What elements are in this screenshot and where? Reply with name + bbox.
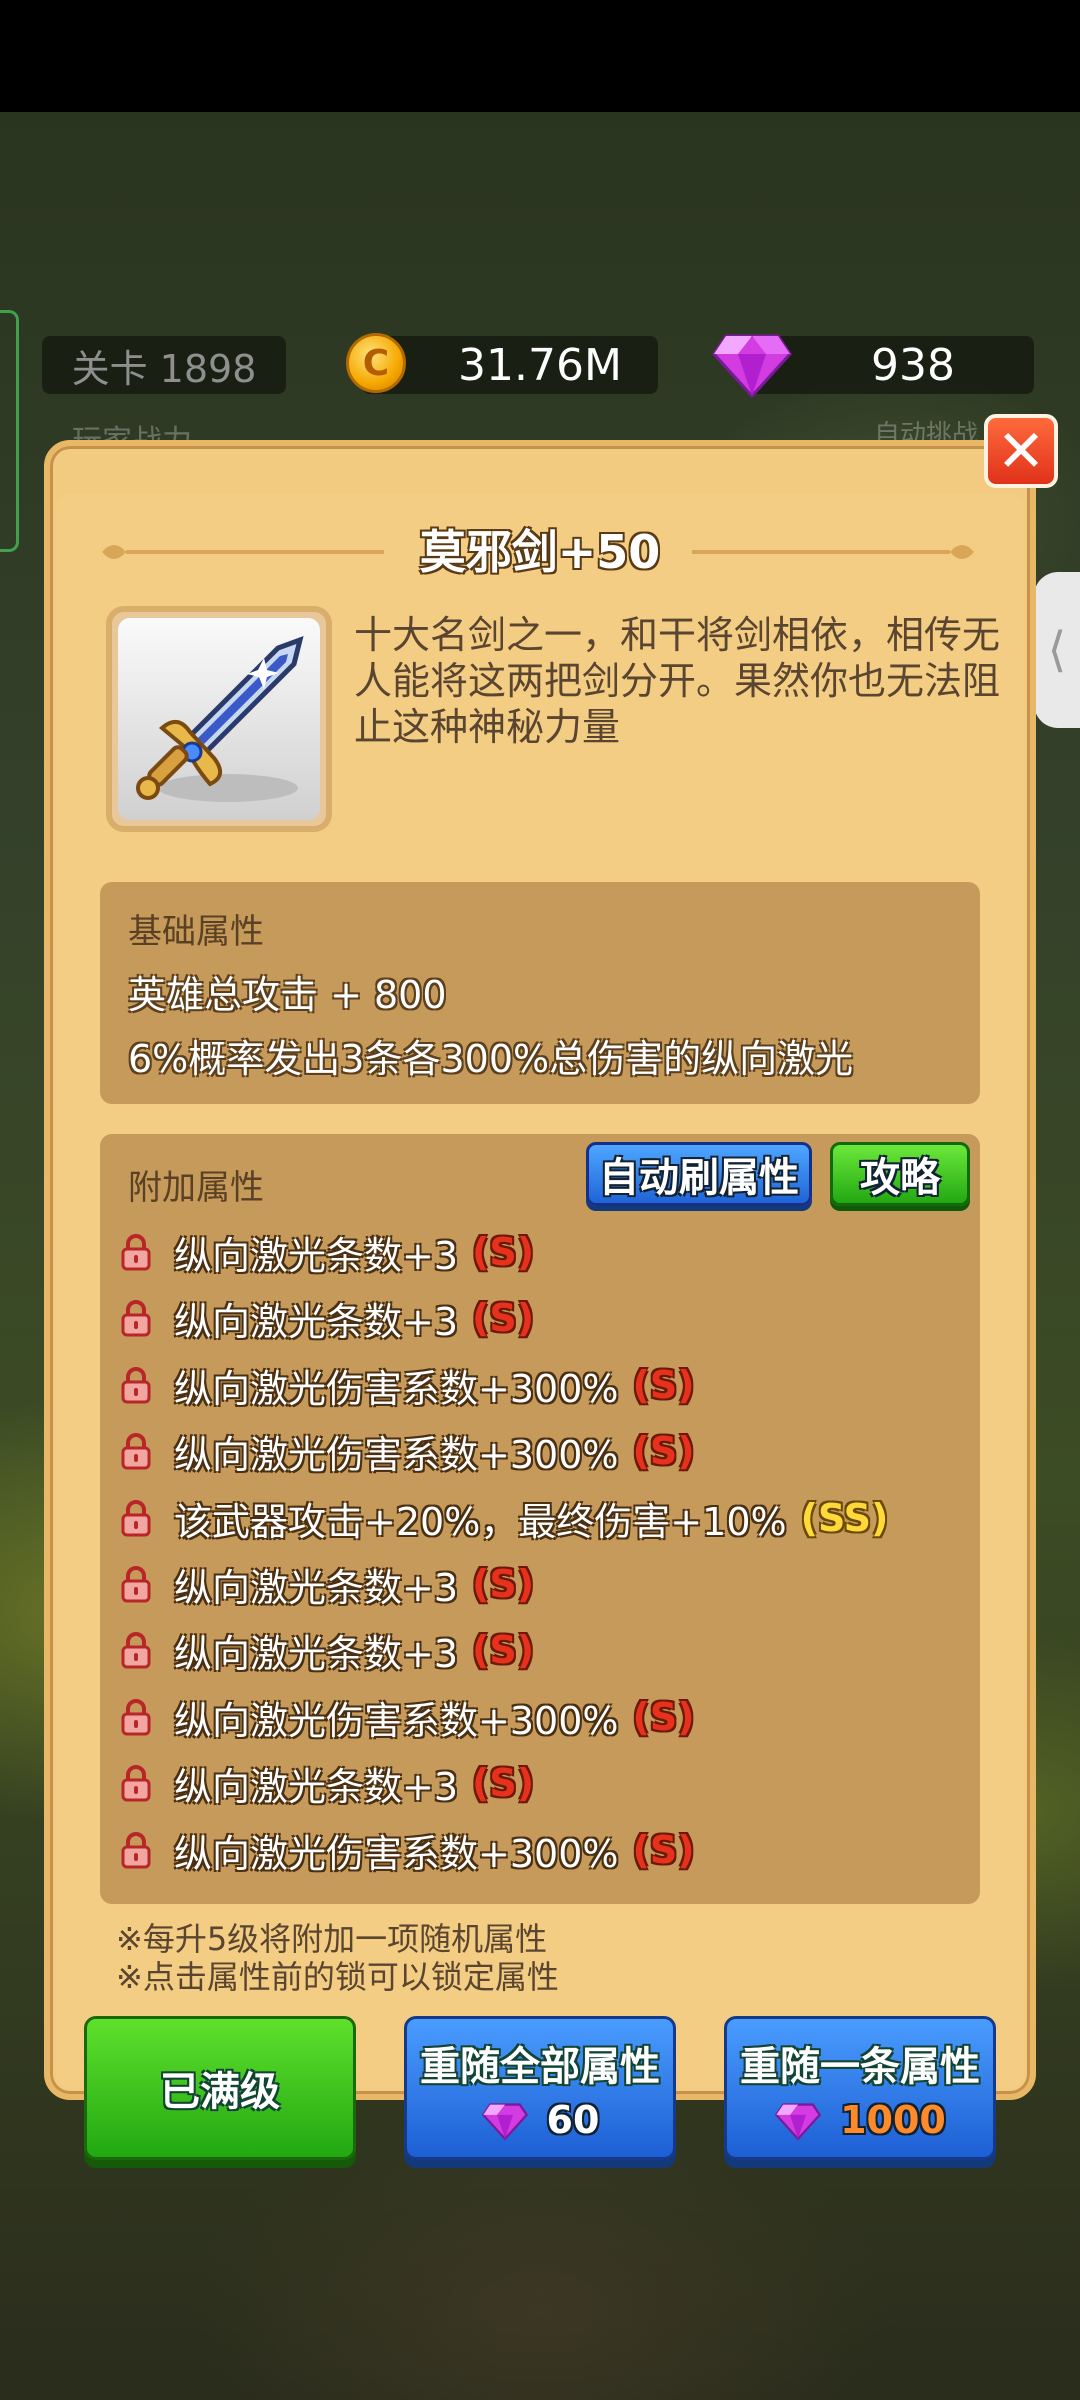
reroll-all-cost-value: 60 [546,2098,600,2142]
attribute-grade: (S) [632,1429,695,1473]
attribute-text: 纵向激光伤害系数+300% [174,1432,619,1477]
attribute-text: 纵向激光条数+3 [174,1764,459,1809]
auto-refresh-attributes-button[interactable]: 自动刷属性 [586,1142,812,1206]
attribute-row: 纵向激光条数+3 (S) [120,1290,534,1346]
attribute-grade: (S) [472,1562,535,1606]
gem-icon [712,334,792,398]
coin-icon: C [346,333,406,393]
attribute-grade: (S) [472,1296,535,1340]
weapon-title: 莫邪剑+50 [419,525,661,579]
attribute-text: 该武器攻击+20%，最终伤害+10% [174,1499,787,1544]
attribute-text: 纵向激光条数+3 [174,1233,459,1278]
lock-icon[interactable] [120,1365,152,1405]
lock-icon[interactable] [120,1431,152,1471]
base-attribute-line: 6%概率发出3条各300%总伤害的纵向激光 [128,1037,854,1081]
max-level-label: 已满级 [160,2069,280,2115]
base-attribute-line: 英雄总攻击 + 800 [128,973,447,1017]
attribute-grade: (S) [632,1828,695,1872]
attribute-text: 纵向激光条数+3 [174,1299,459,1344]
attribute-row: 纵向激光伤害系数+300% (S) [120,1689,695,1745]
attribute-row: 纵向激光条数+3 (S) [120,1556,534,1612]
lock-icon[interactable] [120,1697,152,1737]
lock-icon[interactable] [120,1630,152,1670]
attribute-grade: (S) [472,1230,535,1274]
weapon-icon-box [118,618,320,820]
left-side-tab[interactable] [0,310,19,552]
attribute-row: 该武器攻击+20%，最终伤害+10% (SS) [120,1490,888,1546]
note-line: ※点击属性前的锁可以锁定属性 [116,1958,559,1996]
attribute-text: 纵向激光伤害系数+300% [174,1366,619,1411]
attribute-row: 纵向激光伤害系数+300% (S) [120,1423,695,1479]
reroll-one-cost-value: 1000 [840,2098,946,2142]
gem-icon [774,2103,822,2140]
status-bar [0,0,1080,112]
sword-icon [136,636,304,802]
coin-balance: 31.76M [362,336,658,394]
extra-attributes-title: 附加属性 [128,1168,264,1208]
attribute-row: 纵向激光伤害系数+300% (S) [120,1357,695,1413]
attribute-text: 纵向激光伤害系数+300% [174,1698,619,1743]
reroll-one-attribute-button[interactable]: 重随一条属性 1000 [724,2016,996,2160]
attribute-grade: (S) [632,1363,695,1407]
lock-icon[interactable] [120,1232,152,1272]
attribute-text: 纵向激光伤害系数+300% [174,1831,619,1876]
lock-icon[interactable] [120,1298,152,1338]
reroll-one-cost: 1000 [774,2098,946,2142]
base-attributes-title: 基础属性 [128,912,264,952]
attribute-row: 纵向激光条数+3 (S) [120,1622,534,1678]
guide-button[interactable]: 攻略 [830,1142,970,1206]
attribute-row: 纵向激光条数+3 (S) [120,1755,534,1811]
lock-icon[interactable] [120,1498,152,1538]
base-attributes-section: 基础属性 英雄总攻击 + 800 6%概率发出3条各300%总伤害的纵向激光 [100,882,980,1104]
reroll-all-label: 重随全部属性 [420,2044,660,2090]
right-side-expand-tab[interactable]: ⟨ [1034,572,1080,728]
attribute-grade: (S) [472,1761,535,1805]
gem-icon [481,2103,528,2140]
attribute-text: 纵向激光条数+3 [174,1631,459,1676]
attribute-row: 纵向激光条数+3 (S) [120,1224,534,1280]
attribute-row: 纵向激光伤害系数+300% (S) [120,1822,695,1878]
reroll-all-attributes-button[interactable]: 重随全部属性 60 [404,2016,676,2160]
reroll-all-cost: 60 [481,2098,600,2142]
attribute-text: 纵向激光条数+3 [174,1565,459,1610]
attribute-grade: (SS) [800,1496,889,1540]
attribute-grade: (S) [472,1628,535,1672]
reroll-one-label: 重随一条属性 [740,2044,980,2090]
close-icon: ✕ [996,417,1046,485]
close-button[interactable]: ✕ [984,414,1058,488]
attribute-grade: (S) [632,1695,695,1739]
lock-icon[interactable] [120,1564,152,1604]
chevron-left-icon: ⟨ [1047,622,1067,678]
max-level-button[interactable]: 已满级 [84,2016,356,2160]
stage-level-display: 关卡 1898 [42,336,286,394]
lock-icon[interactable] [120,1763,152,1803]
lock-icon[interactable] [120,1830,152,1870]
weapon-description: 十大名剑之一，和干将剑相依，相传无人能将这两把剑分开。果然你也无法阻止这种神秘力… [354,613,1001,749]
